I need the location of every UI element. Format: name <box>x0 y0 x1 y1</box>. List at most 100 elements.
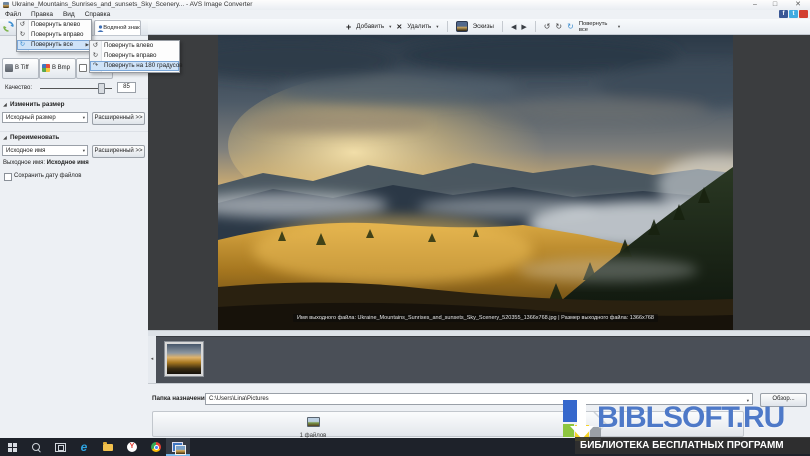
format-tiff-button[interactable]: В Tiff <box>2 58 39 79</box>
format-tiff-label: В Tiff <box>15 65 29 71</box>
chevron-down-icon[interactable]: ▾ <box>618 24 620 30</box>
chevron-down-icon[interactable]: ▾ <box>389 24 391 30</box>
thumbnail-strip <box>156 336 810 385</box>
watermark-tagline: БИБЛИОТЕКА БЕСПЛАТНЫХ ПРОГРАММ <box>575 437 810 454</box>
windows-logo-icon <box>8 443 17 452</box>
thumbnail-item[interactable] <box>164 341 204 377</box>
resize-preset-dropdown[interactable]: Исходный размер ▾ <box>2 112 88 123</box>
photo-icon <box>307 417 320 427</box>
delete-icon: ✕ <box>396 23 402 31</box>
window-title: Ukraine_Mountains_Sunrises_and_sunsets_S… <box>12 0 252 10</box>
taskbar-explorer-button[interactable] <box>96 438 120 456</box>
close-button[interactable]: ✕ <box>791 0 805 9</box>
rename-preset-value: Исходное имя <box>6 148 45 154</box>
toolbar-separator <box>502 21 503 32</box>
rename-advanced-button[interactable]: Расширенный >> <box>92 145 145 158</box>
rotate-menu: ↺ Повернуть влево ↻ Повернуть вправо ↻ П… <box>16 19 92 52</box>
yandex-icon: Y <box>127 442 137 452</box>
output-name-value: Исходное имя <box>47 160 89 166</box>
toolbar-separator <box>535 21 536 32</box>
search-icon <box>32 443 40 451</box>
edge-icon: e <box>81 441 88 453</box>
delete-button[interactable]: Удалить <box>407 23 431 30</box>
rotate-submenu: ↺ Повернуть влево ↻ Повернуть вправо ↷ П… <box>89 40 180 73</box>
rotate-right-button[interactable]: ↻ <box>555 23 562 31</box>
rotate-all-icon: ↻ <box>567 23 574 31</box>
maximize-button[interactable]: □ <box>768 0 782 9</box>
submenu-item-rotate-left[interactable]: ↺ Повернуть влево <box>90 41 179 51</box>
resize-preset-value: Исходный размер <box>6 115 56 121</box>
section-resize[interactable]: ◢Изменить размер <box>0 98 148 110</box>
menu-edit[interactable]: Правка <box>26 10 58 19</box>
submenu-item-rotate-180[interactable]: ↷ Повернуть на 180 градусов <box>90 61 179 71</box>
output-name-line: Выходное имя: Исходное имя <box>3 160 89 166</box>
taskbar-search-button[interactable] <box>24 438 48 456</box>
resize-advanced-button[interactable]: Расширенный >> <box>92 112 145 125</box>
minimize-button[interactable]: – <box>748 0 762 9</box>
rotate-all-button[interactable]: Повернуть все <box>579 21 613 33</box>
start-button[interactable] <box>0 438 24 456</box>
previous-image-button[interactable]: ◀ <box>511 23 516 31</box>
avs-app-icon <box>172 442 184 453</box>
rename-preset-dropdown[interactable]: Исходное имя ▾ <box>2 145 88 156</box>
menu-bar: ФайлПравкаВидСправка <box>0 10 810 19</box>
quality-value[interactable]: 85 <box>117 82 136 93</box>
chrome-icon <box>151 442 161 452</box>
chevron-down-icon: ▾ <box>83 146 85 156</box>
format-bmp-button[interactable]: В Bmp <box>39 58 76 79</box>
file-info-caption: Имя выходного файла: Ukraine_Mountains_S… <box>218 306 733 324</box>
tiff-icon <box>5 64 13 72</box>
rotate-tab-icon[interactable] <box>3 21 14 32</box>
thumbnails-button[interactable]: Эскизы <box>473 23 494 30</box>
menu-view[interactable]: Вид <box>58 10 80 19</box>
rotate-right-icon: ↻ <box>17 30 28 40</box>
taskbar-yandex-button[interactable]: Y <box>120 438 144 456</box>
quality-label: Качество: <box>5 85 32 91</box>
rotate-left-icon: ↺ <box>90 41 101 51</box>
avs-image-converter-window: Ukraine_Mountains_Sunrises_and_sunsets_S… <box>0 0 810 456</box>
destination-path-value: C:\Users\Lina\Pictures <box>209 396 269 402</box>
facebook-icon[interactable]: f <box>779 10 788 18</box>
section-resize-title: Изменить размер <box>10 101 64 108</box>
submenu-item-rotate-right[interactable]: ↻ Повернуть вправо <box>90 51 179 61</box>
watermark-site-text: BIBLSOFT.RU <box>597 401 784 435</box>
page-icon <box>79 64 87 72</box>
destination-label: Папка назначения: <box>152 395 211 402</box>
section-marker-icon: ◢ <box>0 132 10 143</box>
twitter-icon[interactable]: t <box>789 10 798 18</box>
toolbar: + Добавить ▾ ✕ Удалить ▾ Эскизы ◀ ▶ ↺ ↻ … <box>148 19 810 35</box>
tab-watermark[interactable]: Водяной знак <box>94 20 141 35</box>
task-view-button[interactable] <box>48 438 72 456</box>
file-count-cell: 1 файлов <box>283 414 343 440</box>
next-image-button[interactable]: ▶ <box>521 23 526 31</box>
task-view-icon <box>55 443 66 452</box>
quality-slider-handle[interactable] <box>98 83 105 94</box>
menu-item-rotate-right[interactable]: ↻ Повернуть вправо <box>17 30 91 40</box>
output-name-label: Выходное имя: <box>3 160 45 166</box>
tab-watermark-label: Водяной знак <box>103 25 139 31</box>
taskbar-edge-button[interactable]: e <box>72 438 96 456</box>
format-bmp-label: В Bmp <box>52 65 70 71</box>
taskbar-avs-button[interactable] <box>166 438 190 456</box>
taskbar-chrome-button[interactable] <box>144 438 168 456</box>
add-button[interactable]: Добавить <box>356 23 384 30</box>
section-rename[interactable]: ◢Переименовать <box>0 131 148 143</box>
rotate-180-icon: ↷ <box>90 61 101 71</box>
keep-date-checkbox[interactable] <box>4 173 12 181</box>
chevron-down-icon: ▾ <box>83 113 85 123</box>
strip-collapse-handle[interactable]: ◂ <box>148 336 156 383</box>
menu-file[interactable]: Файл <box>0 10 26 19</box>
keep-date-label: Сохранить дату файлов <box>14 173 81 179</box>
chevron-down-icon[interactable]: ▾ <box>436 24 438 30</box>
rotate-left-button[interactable]: ↺ <box>544 23 551 31</box>
section-rename-title: Переименовать <box>10 134 59 141</box>
app-icon <box>3 2 9 8</box>
rotate-all-icon: ↻ <box>17 40 28 50</box>
menu-help[interactable]: Справка <box>80 10 116 19</box>
thumbnail-image <box>167 344 201 374</box>
thumbnails-icon <box>456 21 468 32</box>
menu-item-rotate-all[interactable]: ↻ Повернуть все ▶ <box>17 40 91 50</box>
share-icon[interactable] <box>799 10 808 18</box>
menu-item-rotate-left[interactable]: ↺ Повернуть влево <box>17 20 91 30</box>
person-icon <box>97 25 104 32</box>
